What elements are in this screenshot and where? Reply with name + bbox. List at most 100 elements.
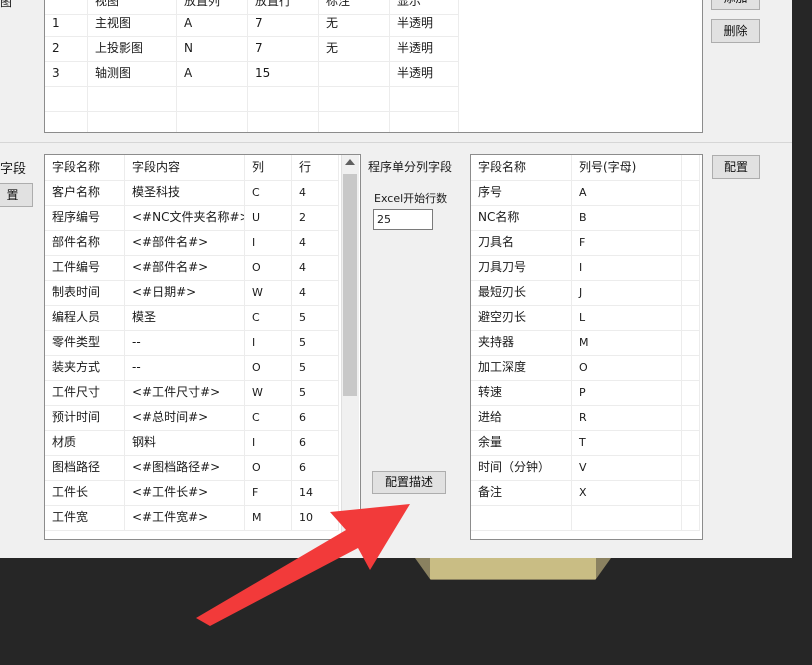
table-row[interactable] [45, 86, 459, 112]
table-cell [390, 86, 459, 111]
table-cell: O [245, 355, 292, 380]
table-row[interactable]: 制表时间 <#日期#> W 4 [45, 280, 339, 306]
excel-start-input[interactable]: 25 [373, 209, 433, 230]
fields-scrollbar[interactable] [341, 155, 359, 537]
table-row[interactable]: 材质 钢料 I 6 [45, 430, 339, 456]
table-cell: 刀具名 [471, 230, 572, 255]
table-cell: 无 [319, 11, 390, 36]
table-cell: M [572, 330, 682, 355]
table-cell: 钢料 [125, 430, 245, 455]
column-header[interactable]: 字段名称 [45, 155, 125, 180]
table-row[interactable]: 备注 X [471, 480, 700, 506]
scroll-thumb[interactable] [343, 174, 357, 396]
excel-start-label: Excel开始行数 [374, 192, 448, 205]
fields-table: 字段名称 字段内容列行客户名称 模圣科技 C 4 程序编号 <#NC文件夹名称#> U 2 部件名… [44, 154, 361, 540]
table-cell: 10 [292, 505, 339, 530]
column-header[interactable]: 列号(字母) [572, 155, 682, 180]
column-header[interactable]: 行 [292, 155, 339, 180]
column-header[interactable] [682, 155, 700, 180]
add-button[interactable]: 添加 [711, 0, 760, 10]
table-row[interactable]: 进给 R [471, 405, 700, 431]
table-row[interactable]: 刀具名 F [471, 230, 700, 256]
table-cell [682, 380, 700, 405]
table-row[interactable]: 零件类型 -- I 5 [45, 330, 339, 356]
table-cell: 工件宽 [45, 505, 125, 530]
table-row[interactable]: 余量 T [471, 430, 700, 456]
table-cell: 最短刃长 [471, 280, 572, 305]
table-row[interactable]: 工件编号 <#部件名#> O 4 [45, 255, 339, 281]
table-cell: 避空刃长 [471, 305, 572, 330]
table-cell: 图档路径 [45, 455, 125, 480]
table-row[interactable]: 装夹方式 -- O 5 [45, 355, 339, 381]
table-cell: 1 [45, 11, 88, 36]
table-cell: -- [125, 355, 245, 380]
table-cell: 3 [45, 61, 88, 86]
table-cell: W [245, 380, 292, 405]
table-cell: W [245, 280, 292, 305]
table-row[interactable]: 工件宽 <#工件宽#> M 10 [45, 505, 339, 531]
table-cell: 主视图 [88, 11, 177, 36]
table-row[interactable]: 夹持器 M [471, 330, 700, 356]
table-row[interactable]: 工件尺寸 <#工件尺寸#> W 5 [45, 380, 339, 406]
table-cell: 零件类型 [45, 330, 125, 355]
table-row[interactable]: 时间（分钟） V [471, 455, 700, 481]
column-header[interactable]: 字段内容 [125, 155, 245, 180]
table-cell: 5 [292, 380, 339, 405]
table-row[interactable]: NC名称 B [471, 205, 700, 231]
table-cell: 刀具刀号 [471, 255, 572, 280]
table-cell: 工件编号 [45, 255, 125, 280]
table-cell: 夹持器 [471, 330, 572, 355]
table-row[interactable]: 最短刃长 J [471, 280, 700, 306]
table-cell: 进给 [471, 405, 572, 430]
config-right-button[interactable]: 配置 [712, 155, 760, 179]
table-cell [319, 61, 390, 86]
table-cell: 模圣 [125, 305, 245, 330]
table-row[interactable]: 客户名称 模圣科技 C 4 [45, 180, 339, 206]
column-header[interactable]: 字段名称 [471, 155, 572, 180]
table-row[interactable]: 1 主视图 A 7 无半透明 [45, 11, 459, 37]
table-cell: A [572, 180, 682, 205]
table-row[interactable]: 工件长 <#工件长#> F 14 [45, 480, 339, 506]
table-row[interactable]: 避空刃长 L [471, 305, 700, 331]
table-cell: 上投影图 [88, 36, 177, 61]
table-cell [248, 86, 319, 111]
delete-button[interactable]: 删除 [711, 19, 760, 43]
table-cell: 6 [292, 430, 339, 455]
table-cell [682, 480, 700, 505]
table-row[interactable]: 2 上投影图 N 7 无半透明 [45, 36, 459, 62]
table-cell: 半透明 [390, 11, 459, 36]
table-cell: <#部件名#> [125, 230, 245, 255]
config-desc-button[interactable]: 配置描述 [372, 471, 446, 494]
table-cell [682, 305, 700, 330]
table-row[interactable]: 3 轴测图 A 15 半透明 [45, 61, 459, 87]
table-row[interactable]: 编程人员 模圣 C 5 [45, 305, 339, 331]
config-left-button[interactable]: 置 [0, 183, 33, 207]
table-cell: I [572, 255, 682, 280]
table-row[interactable] [471, 505, 700, 531]
table-row[interactable]: 序号 A [471, 180, 700, 206]
table-cell: 5 [292, 305, 339, 330]
table-cell: NC名称 [471, 205, 572, 230]
table-cell: 轴测图 [88, 61, 177, 86]
column-header[interactable]: 列 [245, 155, 292, 180]
table-cell: C [245, 405, 292, 430]
table-row[interactable]: 图档路径 <#图档路径#> O 6 [45, 455, 339, 481]
table-row[interactable]: 程序编号 <#NC文件夹名称#> U 2 [45, 205, 339, 231]
table-row[interactable]: 刀具刀号 I [471, 255, 700, 281]
table-cell: O [245, 455, 292, 480]
table-row[interactable] [45, 111, 459, 132]
table-cell: I [245, 330, 292, 355]
section-label: 截图 [0, 0, 13, 9]
table-cell: 余量 [471, 430, 572, 455]
table-row[interactable]: 部件名称 <#部件名#> I 4 [45, 230, 339, 256]
table-row[interactable]: 转速 P [471, 380, 700, 406]
scroll-up-icon[interactable] [345, 159, 355, 165]
table-cell: A [177, 61, 248, 86]
table-cell: 制表时间 [45, 280, 125, 305]
table-row[interactable]: 预计时间 <#总时间#> C 6 [45, 405, 339, 431]
table-cell: V [572, 455, 682, 480]
table-cell: 5 [292, 355, 339, 380]
table-row[interactable]: 加工深度 O [471, 355, 700, 381]
table-cell: 4 [292, 230, 339, 255]
table-cell: 编程人员 [45, 305, 125, 330]
